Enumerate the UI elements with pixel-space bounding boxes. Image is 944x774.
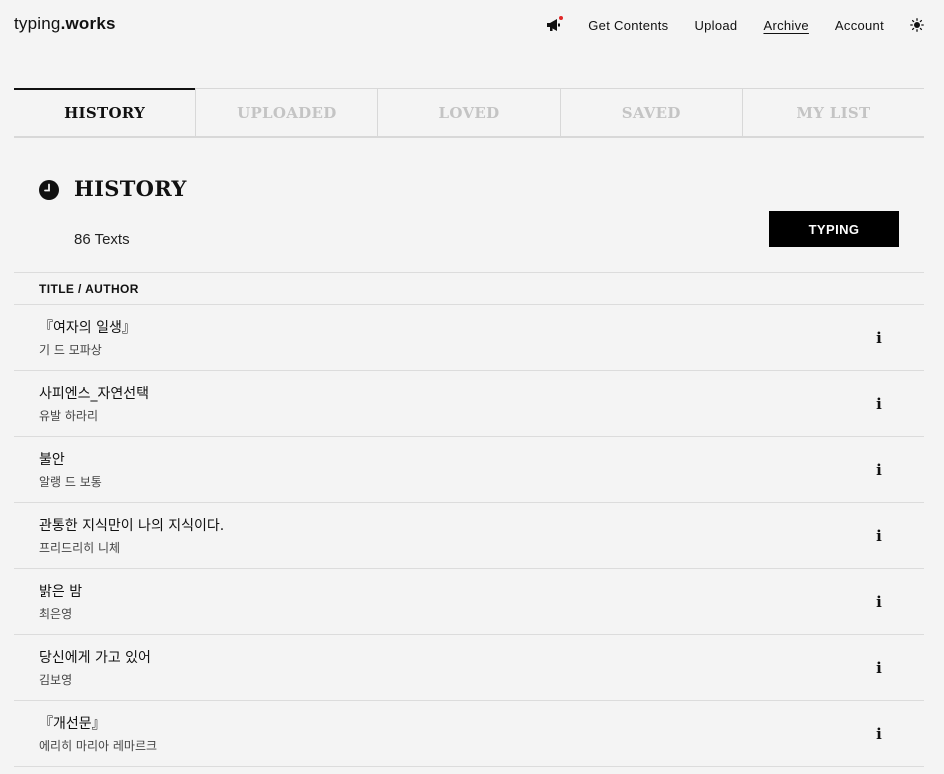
clock-icon: [39, 180, 59, 200]
section-title: HISTORY: [74, 176, 187, 201]
item-title: 밝은 밤: [39, 584, 83, 600]
nav-archive[interactable]: Archive: [763, 18, 808, 33]
info-icon[interactable]: i: [874, 329, 884, 347]
list-item[interactable]: 사피엔스_자연선택 유발 하라리 i: [14, 371, 924, 437]
nav-account[interactable]: Account: [835, 18, 884, 33]
item-author: 알랭 드 보통: [39, 475, 102, 489]
item-title: 사피엔스_자연선택: [39, 386, 150, 402]
info-icon[interactable]: i: [874, 395, 884, 413]
item-author: 최은영: [39, 607, 73, 621]
info-icon[interactable]: i: [874, 527, 884, 545]
history-list: 『여자의 일생』 기 드 모파상 i 사피엔스_자연선택 유발 하라리 i 불안…: [14, 305, 924, 767]
item-author: 에리히 마리아 레마르크: [39, 739, 158, 753]
sun-icon[interactable]: [910, 18, 924, 32]
megaphone-icon[interactable]: [546, 16, 564, 32]
typing-button[interactable]: TYPING: [769, 211, 899, 247]
tab-history[interactable]: HISTORY: [14, 88, 196, 136]
list-item[interactable]: 『개선문』 에리히 마리아 레마르크 i: [14, 701, 924, 767]
list-item[interactable]: 밝은 밤 최은영 i: [14, 569, 924, 635]
list-item[interactable]: 당신에게 가고 있어 김보영 i: [14, 635, 924, 701]
top-header: typing.works Get Contents Upload Archive…: [0, 0, 944, 50]
info-icon[interactable]: i: [874, 593, 884, 611]
info-icon[interactable]: i: [874, 725, 884, 743]
info-icon[interactable]: i: [874, 461, 884, 479]
list-item[interactable]: 『여자의 일생』 기 드 모파상 i: [14, 305, 924, 371]
notification-dot: [559, 16, 564, 20]
site-logo[interactable]: typing.works: [14, 14, 116, 34]
tab-my-list[interactable]: MY LIST: [741, 89, 924, 136]
item-title: 『여자의 일생』: [39, 320, 136, 336]
main-nav: Get Contents Upload Archive Account: [546, 14, 924, 36]
item-author: 유발 하라리: [39, 409, 99, 423]
list-item[interactable]: 불안 알랭 드 보통 i: [14, 437, 924, 503]
text-count: 86 Texts: [74, 231, 130, 248]
item-author: 김보영: [39, 673, 73, 687]
nav-get-contents[interactable]: Get Contents: [588, 18, 668, 33]
item-author: 프리드리히 니체: [39, 541, 121, 555]
tab-uploaded[interactable]: UPLOADED: [195, 89, 377, 136]
item-title: 『개선문』: [39, 716, 106, 732]
list-item[interactable]: 관통한 지식만이 나의 지식이다. 프리드리히 니체 i: [14, 503, 924, 569]
tab-loved[interactable]: LOVED: [377, 89, 559, 136]
item-author: 기 드 모파상: [39, 343, 102, 357]
column-header-title-author: TITLE / AUTHOR: [39, 282, 139, 296]
item-title: 불안: [39, 452, 65, 468]
tab-saved[interactable]: SAVED: [559, 89, 742, 136]
archive-tabs: HISTORY UPLOADED LOVED SAVED MY LIST: [14, 88, 924, 138]
item-title: 당신에게 가고 있어: [39, 650, 151, 666]
info-icon[interactable]: i: [874, 659, 884, 677]
nav-upload[interactable]: Upload: [694, 18, 737, 33]
list-header: TITLE / AUTHOR: [14, 272, 924, 305]
item-title: 관통한 지식만이 나의 지식이다.: [39, 518, 225, 534]
